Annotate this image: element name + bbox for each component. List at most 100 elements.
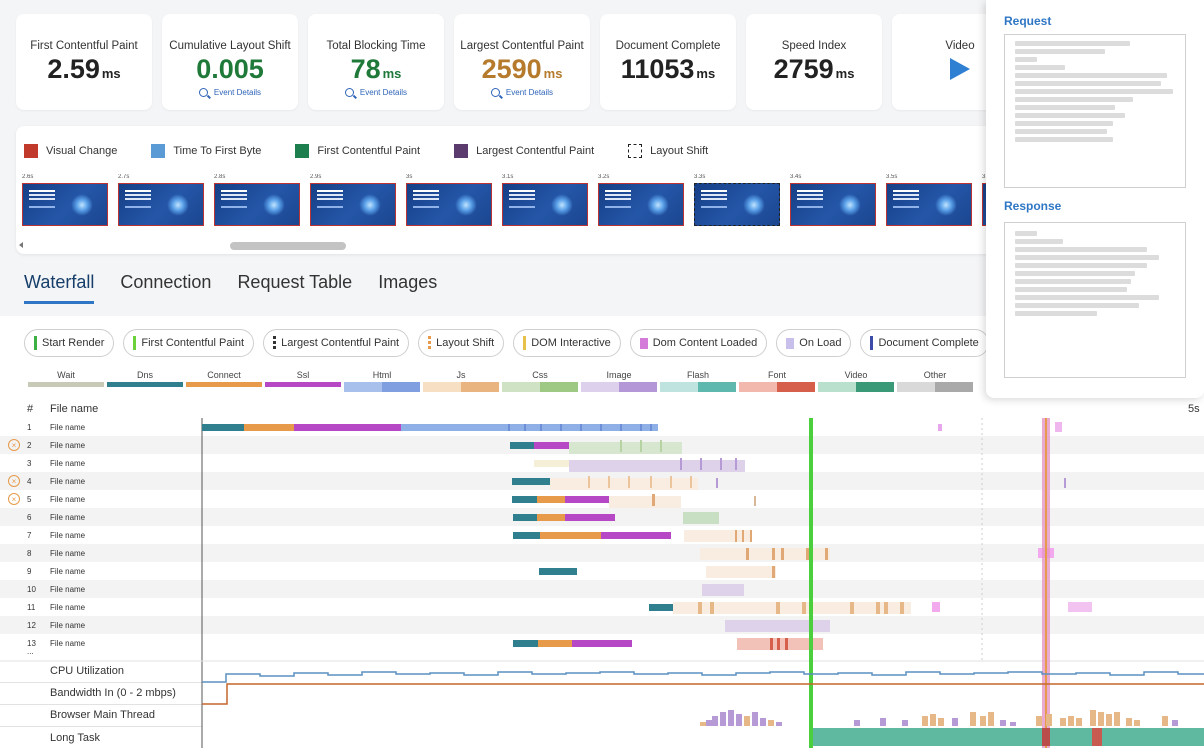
filmstrip-legend: Visual Change Time To First Byte First C…	[24, 144, 742, 158]
event-details-link[interactable]: Event Details	[454, 88, 590, 97]
metric-number: 2759	[773, 54, 834, 84]
waterfall-bar	[512, 478, 550, 485]
frame-time: 3.1s	[502, 174, 514, 180]
legend-label: Layout Shift	[650, 145, 709, 157]
metric-card-speed-index: Speed Index 2759 ms	[746, 14, 882, 110]
frame-thumbnail[interactable]	[22, 183, 108, 226]
main-thread-bar	[938, 718, 944, 726]
filmstrip-frame[interactable]: 2.7s	[118, 174, 204, 226]
frame-thumbnail[interactable]	[118, 183, 204, 226]
filmstrip-frame[interactable]: 3.1s	[502, 174, 588, 226]
main-thread-bar	[1046, 714, 1052, 726]
filmstrip-frame[interactable]: 2.9s	[310, 174, 396, 226]
main-thread-bar	[1000, 720, 1006, 726]
waterfall-bar	[537, 496, 565, 503]
waterfall-bar	[513, 532, 540, 539]
waterfall-bar	[508, 424, 510, 431]
metric-label: First Contentful Paint	[30, 40, 138, 52]
response-content[interactable]	[1004, 222, 1186, 378]
waterfall-bar	[725, 620, 830, 632]
waterfall-bar	[569, 460, 745, 472]
tab-waterfall[interactable]: Waterfall	[24, 272, 95, 304]
metric-card-lcp: Largest Contentful Paint 2590 ms Event De…	[454, 14, 590, 110]
legend-ttfb: Time To First Byte	[151, 144, 261, 158]
waterfall-bar	[1064, 478, 1066, 488]
waterfall-bar	[742, 530, 744, 542]
event-details-link[interactable]: Event Details	[162, 88, 298, 97]
event-details-link[interactable]: Event Details	[308, 88, 444, 97]
filmstrip-frame[interactable]: 2.8s	[214, 174, 300, 226]
metric-value: 0.005	[162, 54, 298, 85]
waterfall-bar	[720, 458, 722, 470]
waterfall-bar	[565, 514, 615, 521]
frame-time: 3s	[406, 174, 413, 180]
metric-card-tbt: Total Blocking Time 78 ms Event Details	[308, 14, 444, 110]
metric-unit: ms	[101, 66, 121, 81]
main-thread-bar	[744, 716, 750, 726]
filmstrip-frame[interactable]: 3.3s	[694, 174, 780, 226]
waterfall-bar	[670, 476, 672, 488]
tab-images[interactable]: Images	[378, 272, 437, 304]
waterfall-bar	[702, 584, 744, 596]
metric-number: 11053	[620, 54, 695, 84]
filmstrip-scrollbar[interactable]	[16, 240, 1006, 250]
main-thread-bar	[700, 722, 706, 726]
tab-request-table[interactable]: Request Table	[237, 272, 352, 304]
waterfall-bar	[652, 494, 655, 506]
metric-number: 0.005	[196, 54, 264, 84]
frame-thumbnail[interactable]	[406, 183, 492, 226]
waterfall-bar	[650, 424, 652, 431]
search-icon	[490, 88, 500, 97]
metrics-row: First Contentful Paint 2.59 ms Cumulative…	[16, 14, 1028, 110]
filmstrip-frame[interactable]: 3.4s	[790, 174, 876, 226]
frame-thumbnail[interactable]	[310, 183, 396, 226]
main-thread-bar	[988, 712, 994, 726]
filmstrip-frame[interactable]: 2.6s	[22, 174, 108, 226]
metric-unit: ms	[543, 66, 563, 81]
metric-card-cls: Cumulative Layout Shift 0.005 Event Deta…	[162, 14, 298, 110]
main-thread-bar	[902, 720, 908, 726]
waterfall-bar	[1068, 602, 1092, 612]
request-content[interactable]	[1004, 34, 1186, 188]
frame-thumbnail[interactable]	[790, 183, 876, 226]
waterfall-bar	[876, 602, 880, 614]
search-icon	[344, 88, 354, 97]
scrollbar-thumb[interactable]	[230, 242, 346, 250]
legend-swatch	[628, 144, 643, 158]
waterfall-bar	[680, 458, 682, 470]
filmstrip-frame[interactable]: 3.2s	[598, 174, 684, 226]
filmstrip-frame[interactable]: 3.5s	[886, 174, 972, 226]
frame-thumbnail[interactable]	[502, 183, 588, 226]
frame-time: 3.2s	[598, 174, 610, 180]
play-icon[interactable]	[950, 58, 970, 80]
legend-fcp: First Contentful Paint	[295, 144, 420, 158]
tab-connection[interactable]: Connection	[120, 272, 211, 304]
main-thread-bar	[1134, 720, 1140, 726]
metric-number: 2590	[481, 54, 542, 84]
layout-shift-marker-line	[1045, 418, 1047, 748]
frame-thumbnail[interactable]	[214, 183, 300, 226]
waterfall-bar	[706, 566, 776, 578]
main-thread-bar	[922, 716, 928, 726]
frame-time: 3.4s	[790, 174, 802, 180]
frame-time: 3.3s	[694, 174, 706, 180]
metric-label: Speed Index	[781, 40, 847, 52]
frame-thumbnail[interactable]	[598, 183, 684, 226]
legend-label: First Contentful Paint	[317, 145, 421, 157]
metric-value: 2759 ms	[746, 54, 882, 85]
waterfall-bar	[628, 476, 630, 488]
filmstrip-frame[interactable]: 3s	[406, 174, 492, 226]
waterfall-bar	[684, 530, 750, 542]
main-thread-bar	[1126, 718, 1132, 726]
long-task-bar	[813, 728, 1204, 746]
main-thread-bar	[752, 712, 758, 726]
waterfall-bar	[754, 496, 756, 506]
scroll-left-icon[interactable]	[19, 242, 23, 248]
metric-card-document-complete: Document Complete 11053 ms	[600, 14, 736, 110]
frame-thumbnail[interactable]	[694, 183, 780, 226]
main-thread-bar	[930, 714, 936, 726]
waterfall-bar	[932, 602, 940, 612]
main-thread-bar	[728, 710, 734, 726]
frame-thumbnail[interactable]	[886, 183, 972, 226]
legend-label: Visual Change	[46, 145, 118, 157]
